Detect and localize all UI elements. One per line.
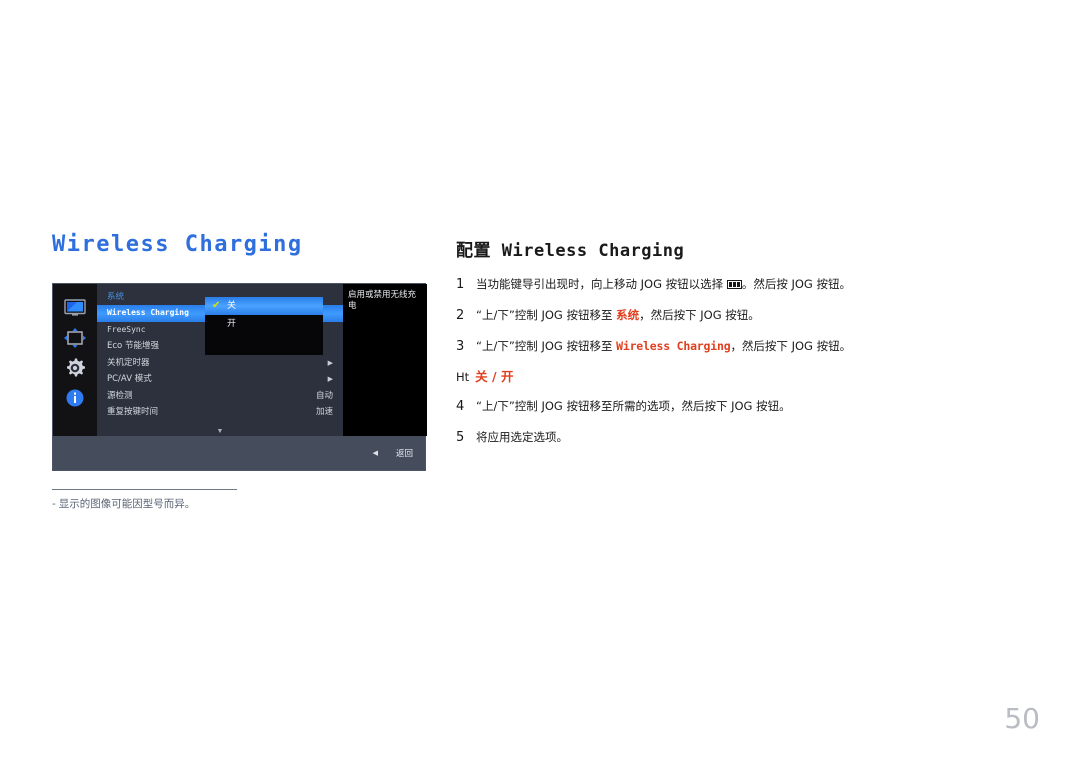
step-text-pre: 当功能键导引出现时，向上移动 JOG 按钮以选择 bbox=[476, 277, 727, 291]
osd-menu-item-off-timer[interactable]: 关机定时器 ▶ bbox=[97, 355, 343, 372]
osd-back-label[interactable]: 返回 bbox=[396, 447, 413, 459]
page-title: Wireless Charging bbox=[52, 232, 303, 257]
instruction-step-1: 1 当功能键导引出现时，向上移动 JOG 按钮以选择 。然后按 JOG 按钮。 bbox=[456, 277, 956, 292]
step-number: 4 bbox=[456, 399, 465, 414]
step-text: “上/下”控制 JOG 按钮移至 Wireless Charging，然后按下 … bbox=[476, 339, 956, 354]
osd-menu-item-pc-av-mode[interactable]: PC/AV 模式 ▶ bbox=[97, 371, 343, 388]
right-column: 配置 Wireless Charging 1 当功能键导引出现时，向上移动 JO… bbox=[456, 236, 956, 461]
note-divider bbox=[52, 489, 237, 490]
menu-icon bbox=[726, 280, 742, 289]
option-values-line: Ht 关 / 开 bbox=[456, 366, 956, 385]
note-body: 显示的图像可能因型号而异。 bbox=[58, 498, 196, 510]
chevron-right-icon: ▶ bbox=[327, 375, 333, 383]
osd-description-panel: 启用或禁用无线充电 bbox=[343, 284, 427, 436]
osd-menu-item-label: FreeSync bbox=[107, 324, 146, 334]
step-text-post: 。然后按 JOG 按钮。 bbox=[741, 277, 851, 291]
osd-menu-item-label: PC/AV 模式 bbox=[107, 374, 152, 384]
left-column: Wireless Charging 系统 Wireless Charging F… bbox=[52, 232, 432, 511]
option-prefix: Ht bbox=[456, 370, 470, 384]
step-number: 2 bbox=[456, 308, 465, 323]
osd-submenu-popup: ✔ 关 开 bbox=[205, 297, 323, 355]
step-number: 1 bbox=[456, 277, 465, 292]
note-text: ‑ 显示的图像可能因型号而异。 bbox=[52, 497, 237, 511]
step-text: “上/下”控制 JOG 按钮移至所需的选项，然后按下 JOG 按钮。 bbox=[476, 399, 791, 413]
osd-menu-screenshot: 系统 Wireless Charging FreeSync Eco 节能增强 关… bbox=[52, 283, 427, 471]
instruction-step-2: 2 “上/下”控制 JOG 按钮移至 系统，然后按下 JOG 按钮。 bbox=[456, 308, 956, 323]
screen-adjust-icon[interactable] bbox=[63, 326, 87, 350]
osd-submenu-option-label: 关 bbox=[227, 301, 237, 311]
osd-menu-item-value: 加速 bbox=[315, 407, 333, 417]
osd-menu-item-label: Eco 节能增强 bbox=[107, 341, 159, 351]
osd-menu-item-label: Wireless Charging bbox=[107, 308, 189, 317]
instruction-step-3: 3 “上/下”控制 JOG 按钮移至 Wireless Charging，然后按… bbox=[456, 339, 956, 354]
osd-menu-item-key-repeat-time[interactable]: 重复按键时间 加速 bbox=[97, 404, 343, 421]
step-text-post: ，然后按下 JOG 按钮。 bbox=[730, 339, 852, 353]
osd-sidebar bbox=[53, 284, 97, 436]
step-number: 3 bbox=[456, 339, 465, 354]
instruction-step-5: 5 将应用选定选项。 bbox=[456, 430, 956, 445]
option-values: 关 / 开 bbox=[475, 369, 514, 384]
osd-submenu-option-on[interactable]: 开 bbox=[205, 315, 323, 333]
step-highlight: Wireless Charging bbox=[616, 339, 731, 353]
instructions-heading: 配置 Wireless Charging bbox=[456, 241, 685, 261]
step-highlight: 系统 bbox=[616, 308, 640, 322]
step-text: 将应用选定选项。 bbox=[476, 430, 568, 444]
osd-menu-item-source-detection[interactable]: 源检测 自动 bbox=[97, 388, 343, 405]
step-text: “上/下”控制 JOG 按钮移至 系统，然后按下 JOG 按钮。 bbox=[476, 308, 956, 323]
osd-bottom-bar: ◀ 返回 bbox=[53, 436, 425, 470]
back-arrow-icon[interactable]: ◀ bbox=[373, 449, 378, 457]
osd-menu-item-label: 关机定时器 bbox=[107, 357, 150, 368]
picture-icon[interactable] bbox=[63, 296, 87, 320]
step-text-pre: “上/下”控制 JOG 按钮移至 bbox=[476, 339, 617, 353]
instruction-step-4: 4 “上/下”控制 JOG 按钮移至所需的选项，然后按下 JOG 按钮。 bbox=[456, 399, 956, 414]
note-bullet: ‑ bbox=[52, 498, 56, 510]
gear-icon[interactable] bbox=[63, 356, 87, 380]
osd-menu-item-value: 自动 bbox=[315, 390, 333, 401]
osd-submenu-option-off[interactable]: ✔ 关 bbox=[205, 297, 323, 315]
check-icon: ✔ bbox=[212, 300, 221, 311]
page-number: 50 bbox=[1004, 702, 1040, 735]
note-block: ‑ 显示的图像可能因型号而异。 bbox=[52, 489, 237, 511]
osd-submenu-option-label: 开 bbox=[227, 319, 237, 329]
osd-menu-item-label: 源检测 bbox=[107, 390, 133, 401]
osd-menu-item-label: 重复按键时间 bbox=[107, 407, 159, 417]
step-text-pre: “上/下”控制 JOG 按钮移至 bbox=[476, 308, 617, 322]
step-text: 当功能键导引出现时，向上移动 JOG 按钮以选择 。然后按 JOG 按钮。 bbox=[476, 277, 956, 292]
step-number: 5 bbox=[456, 430, 465, 445]
step-text-post: ，然后按下 JOG 按钮。 bbox=[639, 308, 760, 322]
scroll-down-icon[interactable]: ▼ bbox=[217, 428, 224, 435]
chevron-right-icon: ▶ bbox=[327, 358, 333, 367]
info-icon[interactable] bbox=[63, 386, 87, 410]
